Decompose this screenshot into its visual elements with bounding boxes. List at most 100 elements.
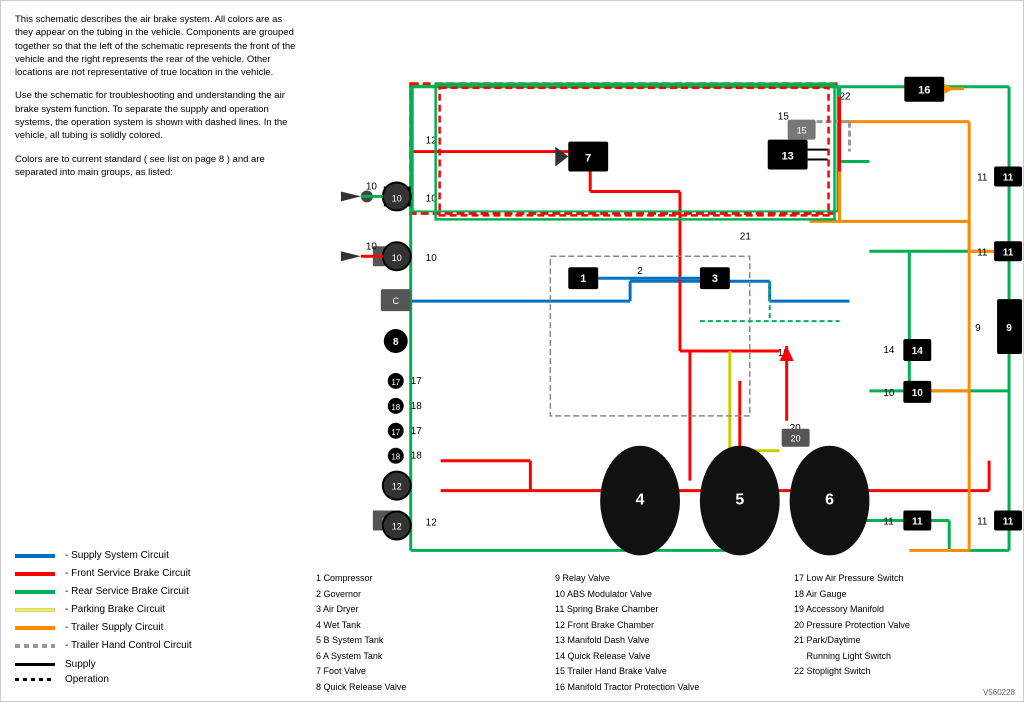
yellow-line: [15, 608, 55, 612]
svg-text:20: 20: [791, 434, 801, 444]
svg-text:4: 4: [636, 492, 645, 509]
part-21b: Running Light Switch: [794, 650, 1018, 664]
blue-line: [15, 554, 55, 558]
legend-orange-label: - Trailer Supply Circuit: [65, 622, 163, 633]
svg-text:22: 22: [840, 92, 852, 103]
red-line: [15, 572, 55, 576]
part-8: 8 Quick Release Valve: [316, 681, 540, 695]
supply-label: Supply: [65, 659, 96, 670]
parts-col-1: 1 Compressor 2 Governor 3 Air Dryer 4 We…: [316, 572, 540, 696]
svg-text:14: 14: [912, 346, 924, 357]
content-area: This schematic describes the air brake s…: [1, 1, 1023, 701]
svg-text:10: 10: [912, 388, 924, 399]
svg-text:12: 12: [392, 521, 402, 531]
part-3: 3 Air Dryer: [316, 603, 540, 617]
svg-text:11: 11: [977, 517, 988, 528]
svg-text:10: 10: [883, 388, 895, 399]
legend-red-label: - Front Service Brake Circuit: [65, 568, 191, 579]
legend-green-label: - Rear Service Brake Circuit: [65, 586, 189, 597]
svg-text:17: 17: [411, 426, 423, 437]
svg-text:18: 18: [411, 401, 423, 412]
main-container: This schematic describes the air brake s…: [0, 0, 1024, 702]
part-21: 21 Park/Daytime: [794, 634, 1018, 648]
part-13: 13 Manifold Dash Valve: [555, 634, 779, 648]
svg-text:11: 11: [977, 172, 988, 183]
part-17: 17 Low Air Pressure Switch: [794, 572, 1018, 586]
legend-gray-label: - Trailer Hand Control Circuit: [65, 640, 192, 651]
operation-label: Operation: [65, 674, 109, 685]
legend-yellow-label: - Parking Brake Circuit: [65, 604, 165, 615]
svg-text:17: 17: [391, 428, 400, 437]
part-9: 9 Relay Valve: [555, 572, 779, 586]
part-11: 11 Spring Brake Chamber: [555, 603, 779, 617]
svg-text:18: 18: [391, 403, 400, 412]
svg-text:6: 6: [825, 492, 834, 509]
description-text-2: Use the schematic for troubleshooting an…: [15, 89, 297, 142]
svg-text:15: 15: [778, 112, 790, 123]
schematic-area: 7 13 16 C 8: [311, 1, 1023, 701]
legend-green: - Rear Service Brake Circuit: [15, 586, 297, 597]
parts-col-3: 17 Low Air Pressure Switch 18 Air Gauge …: [794, 572, 1018, 696]
svg-text:18: 18: [391, 453, 400, 462]
part-7: 7 Foot Valve: [316, 665, 540, 679]
part-20: 20 Pressure Protection Valve: [794, 619, 1018, 633]
svg-text:11: 11: [883, 517, 894, 528]
svg-text:10: 10: [392, 253, 402, 263]
legend-orange: - Trailer Supply Circuit: [15, 622, 297, 633]
part-10: 10 ABS Modulator Valve: [555, 588, 779, 602]
part-14: 14 Quick Release Valve: [555, 650, 779, 664]
part-4: 4 Wet Tank: [316, 619, 540, 633]
description-text-3: Colors are to current standard ( see lis…: [15, 153, 297, 180]
legend-gray: - Trailer Hand Control Circuit: [15, 640, 297, 651]
svg-text:11: 11: [1003, 247, 1014, 258]
svg-text:21: 21: [740, 231, 752, 242]
legend-yellow: - Parking Brake Circuit: [15, 604, 297, 615]
legend-supply: Supply: [15, 659, 297, 670]
part-1: 1 Compressor: [316, 572, 540, 586]
svg-text:18: 18: [411, 451, 423, 462]
legend-section: - Supply System Circuit - Front Service …: [15, 530, 297, 689]
part-12: 12 Front Brake Chamber: [555, 619, 779, 633]
part-22: 22 Stoplight Switch: [794, 665, 1018, 679]
green-line: [15, 590, 55, 594]
left-panel: This schematic describes the air brake s…: [1, 1, 311, 701]
part-6: 6 A System Tank: [316, 650, 540, 664]
legend-blue-label: - Supply System Circuit: [65, 550, 169, 561]
description-text-1: This schematic describes the air brake s…: [15, 13, 297, 79]
supply-solid-line: [15, 663, 55, 666]
part-19: 19 Accessory Manifold: [794, 603, 1018, 617]
part-5: 5 B System Tank: [316, 634, 540, 648]
operation-dashed-line: [15, 678, 55, 681]
svg-text:10: 10: [366, 181, 378, 192]
part-2: 2 Governor: [316, 588, 540, 602]
svg-text:11: 11: [1003, 172, 1014, 183]
svg-text:7: 7: [585, 153, 591, 165]
part-18: 18 Air Gauge: [794, 588, 1018, 602]
svg-text:10: 10: [366, 241, 378, 252]
parts-list: 1 Compressor 2 Governor 3 Air Dryer 4 We…: [311, 572, 1023, 696]
svg-text:11: 11: [977, 247, 988, 258]
legend-operation: Operation: [15, 674, 297, 685]
legend-blue: - Supply System Circuit: [15, 550, 297, 561]
svg-text:16: 16: [918, 85, 930, 97]
svg-text:15: 15: [797, 126, 807, 136]
svg-text:11: 11: [912, 517, 923, 528]
version-tag: V560228: [983, 688, 1015, 697]
svg-text:10: 10: [426, 253, 438, 264]
svg-text:17: 17: [411, 376, 423, 387]
svg-text:8: 8: [393, 337, 399, 348]
orange-line: [15, 626, 55, 630]
part-16: 16 Manifold Tractor Protection Valve: [555, 681, 779, 695]
part-15: 15 Trailer Hand Brake Valve: [555, 665, 779, 679]
gray-dash-line: [15, 644, 55, 648]
svg-text:C: C: [393, 296, 400, 306]
svg-text:9: 9: [1006, 323, 1012, 334]
legend-red: - Front Service Brake Circuit: [15, 568, 297, 579]
svg-text:2: 2: [637, 266, 643, 277]
svg-text:17: 17: [391, 378, 400, 387]
svg-text:13: 13: [782, 151, 794, 163]
svg-text:12: 12: [392, 482, 402, 492]
svg-text:10: 10: [392, 193, 402, 203]
svg-text:1: 1: [580, 273, 586, 285]
svg-text:9: 9: [975, 323, 981, 334]
